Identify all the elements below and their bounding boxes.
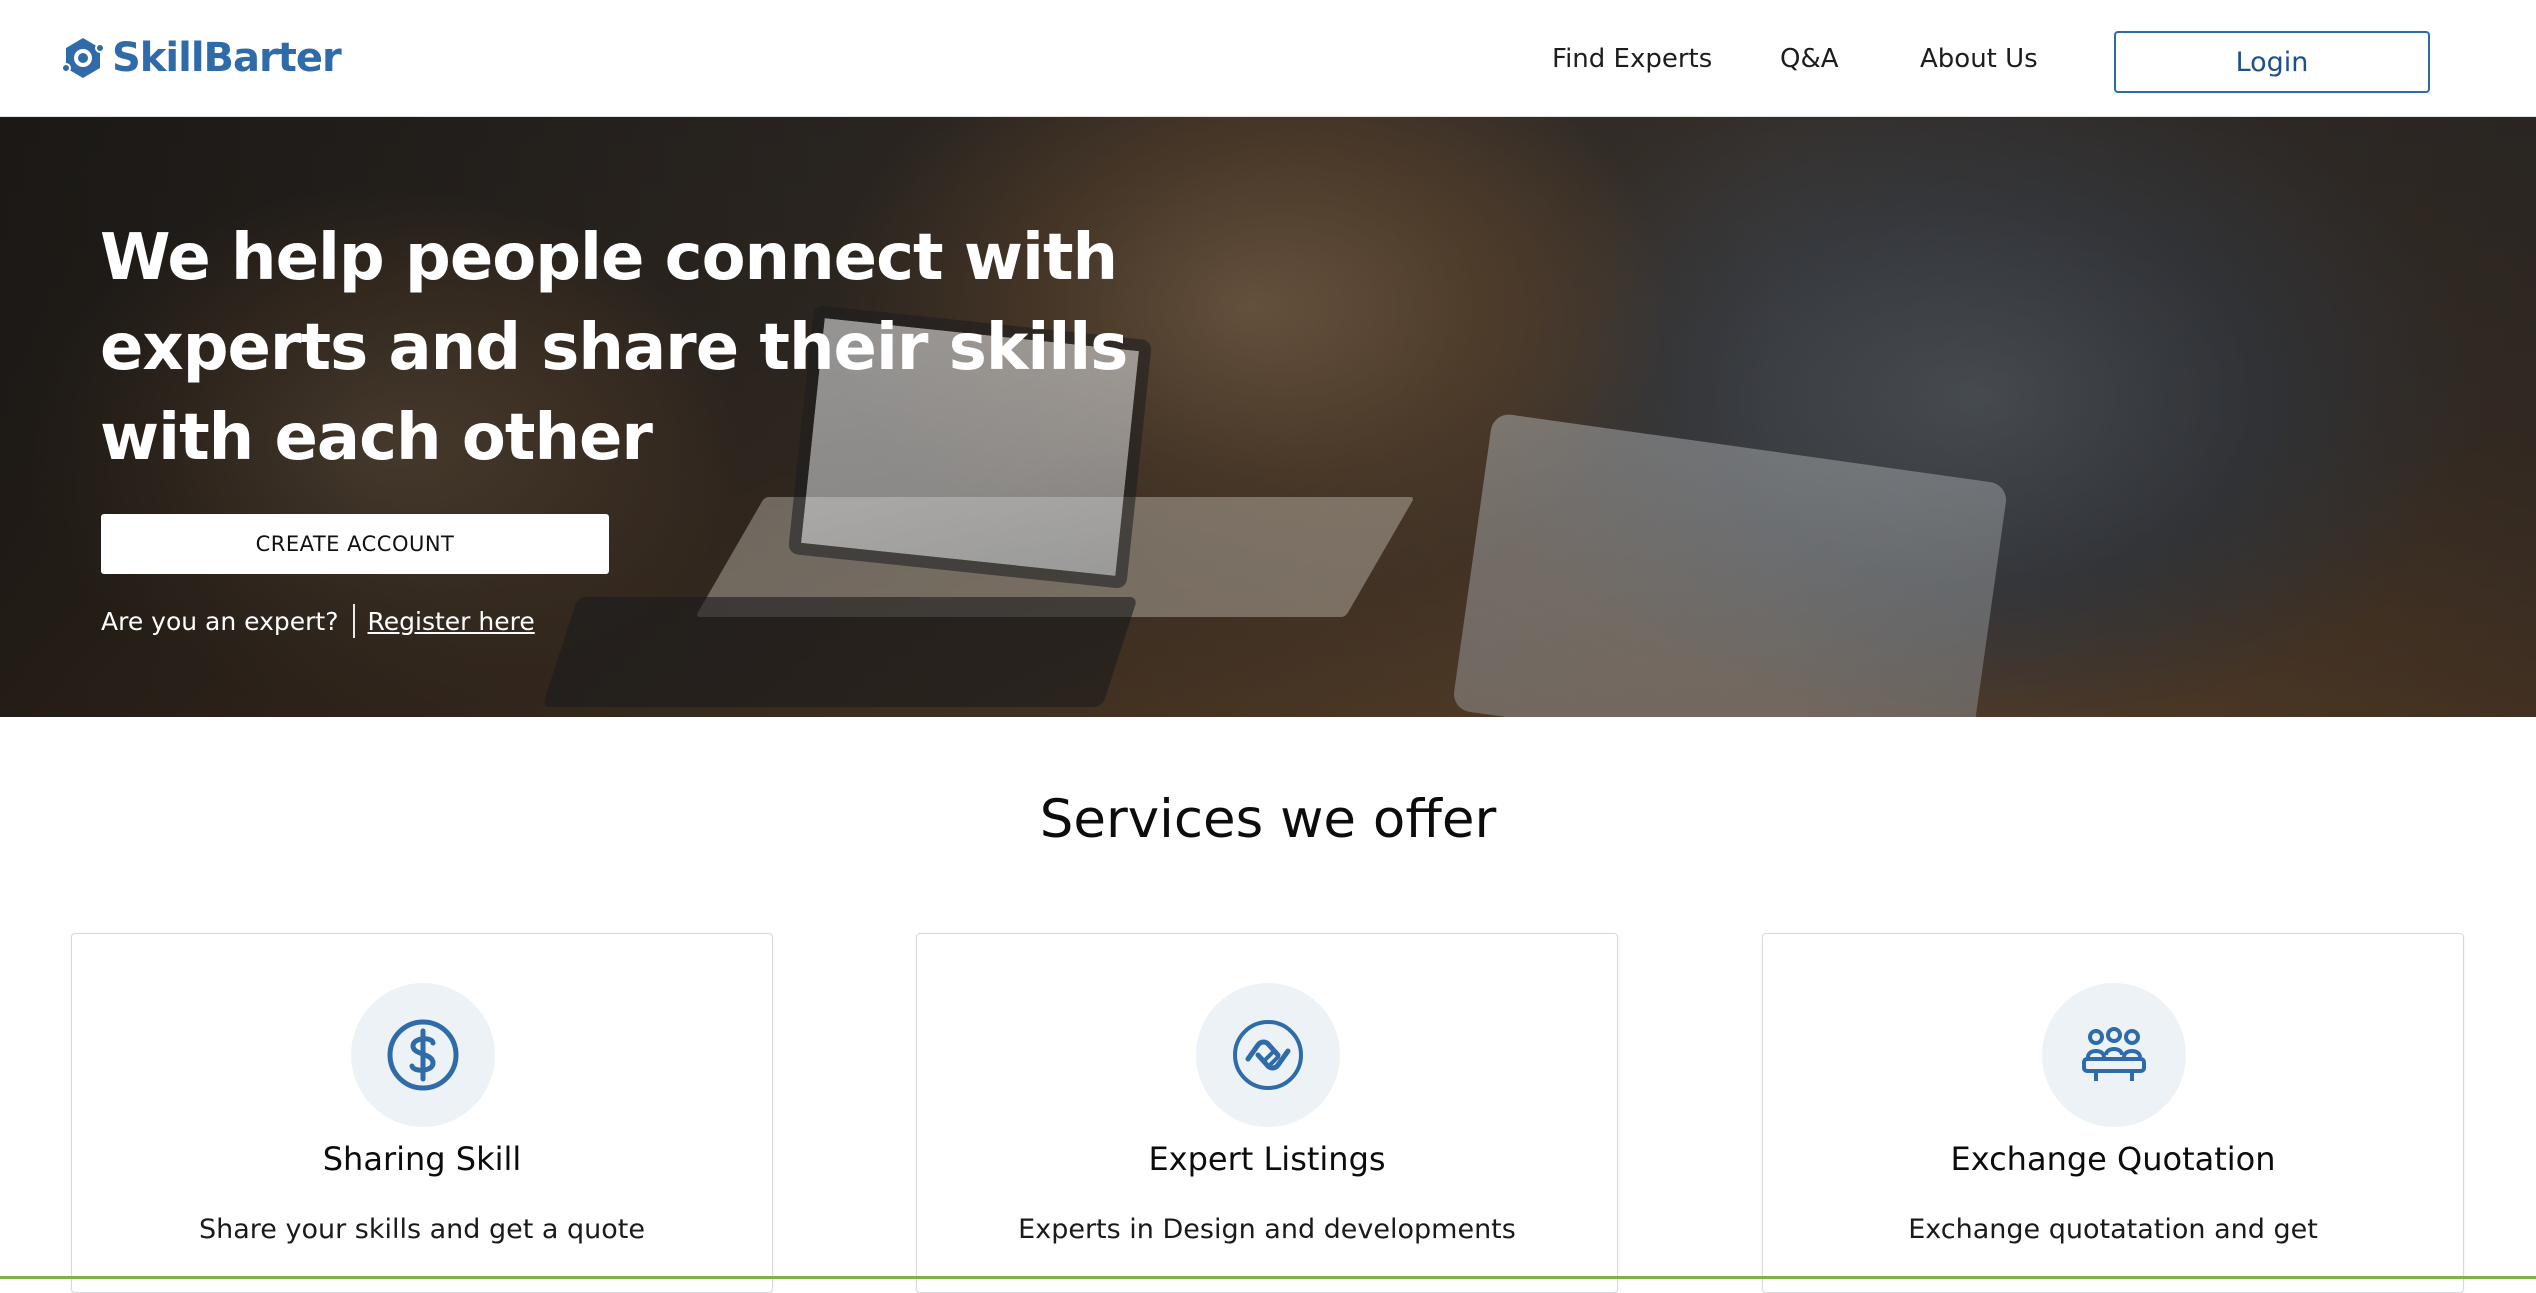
group-meeting-icon xyxy=(2082,1027,2146,1081)
hero-title: We help people connect with experts and … xyxy=(100,221,1128,475)
card-title: Exchange Quotation xyxy=(1950,1140,2276,1178)
card-description: Exchange quotatation and get xyxy=(1908,1214,2318,1245)
login-button[interactable]: Login xyxy=(2114,31,2430,93)
service-card-expert-listings[interactable]: Expert Listings Experts in Design and de… xyxy=(916,933,1618,1293)
hero-photo-laptop-keyboard xyxy=(542,597,1138,707)
card-title: Expert Listings xyxy=(1148,1140,1386,1178)
card-description: Experts in Design and developments xyxy=(1018,1214,1516,1245)
expert-register-row: Are you an expert? Register here xyxy=(101,603,535,639)
card-description: Share your skills and get a quote xyxy=(198,1214,646,1245)
card-icon-circle xyxy=(2042,983,2186,1127)
card-title: Sharing Skill xyxy=(322,1140,522,1178)
hero-photo-laptop-right xyxy=(1451,412,2009,717)
hero-banner: We help people connect with experts and … xyxy=(0,117,2536,717)
create-account-button[interactable]: CREATE ACCOUNT xyxy=(101,514,609,574)
dollar-circle-icon xyxy=(387,1019,459,1091)
services-title: Services we offer xyxy=(1039,789,1497,850)
nav-about-us[interactable]: About Us xyxy=(1920,44,2038,74)
logo-icon xyxy=(61,38,105,78)
nav-find-experts[interactable]: Find Experts xyxy=(1552,44,1712,74)
register-here-link[interactable]: Register here xyxy=(368,607,535,636)
nav-qa[interactable]: Q&A xyxy=(1780,44,1839,74)
card-icon-circle xyxy=(351,983,495,1127)
logo[interactable]: SkillBarter xyxy=(60,34,342,82)
site-header: SkillBarter Find Experts Q&A About Us Lo… xyxy=(0,0,2536,117)
expert-question: Are you an expert? xyxy=(101,606,339,636)
card-icon-circle xyxy=(1196,983,1340,1127)
logo-text: SkillBarter xyxy=(112,35,342,81)
service-card-exchange-quotation[interactable]: Exchange Quotation Exchange quotatation … xyxy=(1762,933,2464,1293)
service-card-sharing-skill[interactable]: Sharing Skill Share your skills and get … xyxy=(71,933,773,1293)
divider xyxy=(352,604,355,638)
handshake-icon xyxy=(1233,1020,1303,1090)
